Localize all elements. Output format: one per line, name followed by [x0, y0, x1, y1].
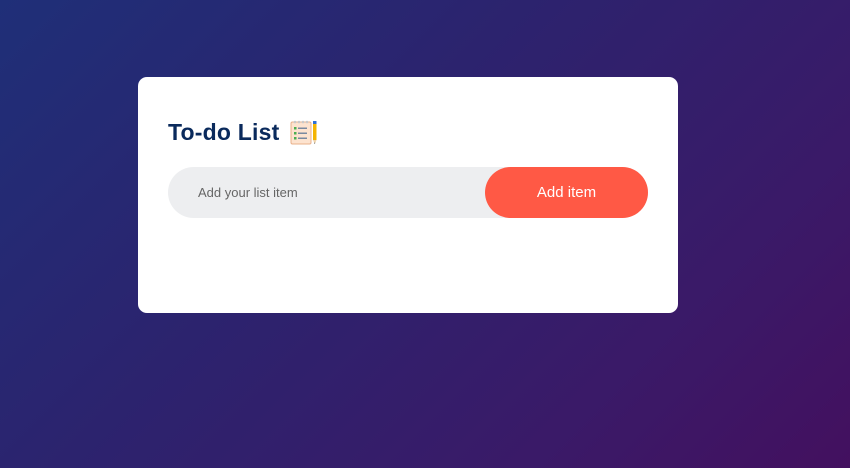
header: To-do List	[168, 117, 648, 147]
todo-card: To-do List Add your list item Add item	[138, 77, 678, 313]
add-item-button[interactable]: Add item	[485, 167, 648, 218]
notepad-checklist-icon	[290, 119, 318, 145]
add-item-form: Add item	[168, 167, 648, 218]
page-title: To-do List	[168, 118, 280, 145]
list-item-input[interactable]	[168, 167, 485, 218]
